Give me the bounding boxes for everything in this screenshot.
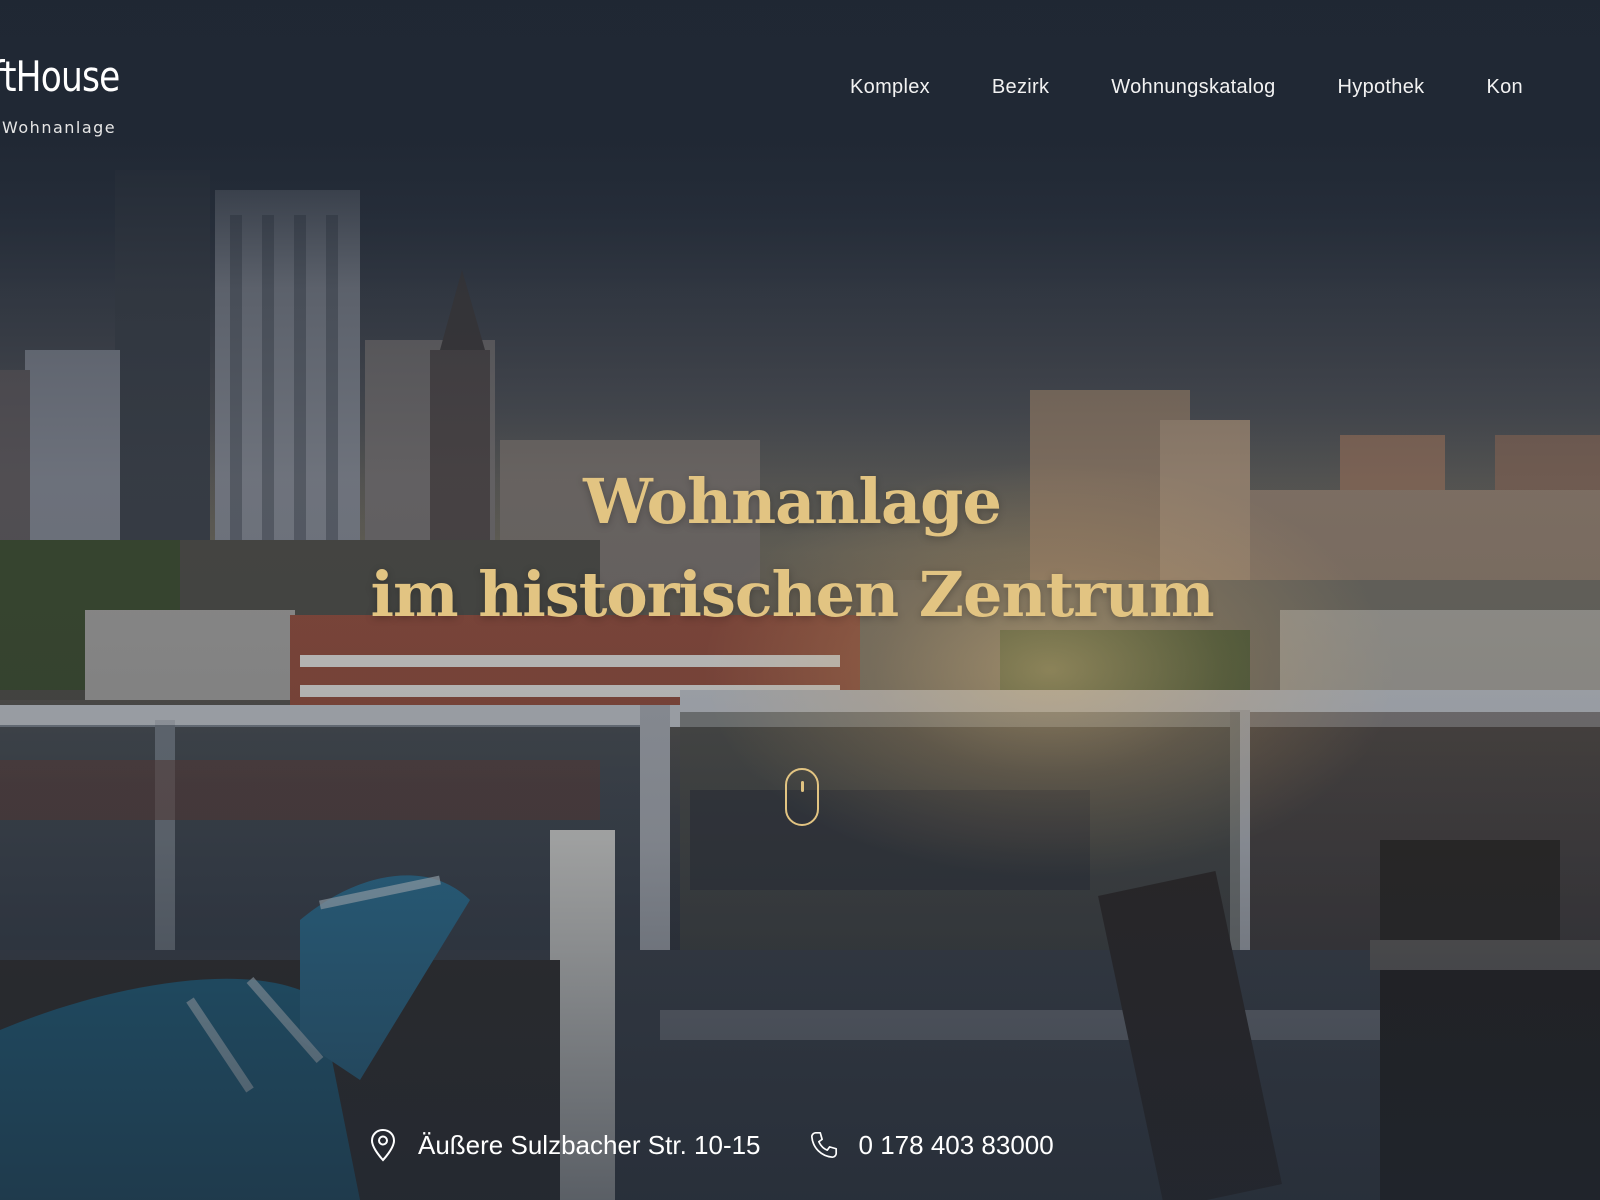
nav-item-komplex[interactable]: Komplex bbox=[850, 76, 930, 99]
contact-address[interactable]: Äußere Sulzbacher Str. 10-15 bbox=[418, 1130, 761, 1161]
phone-icon bbox=[809, 1128, 839, 1162]
main-nav: Komplex Bezirk Wohnungskatalog Hypothek … bbox=[850, 76, 1523, 99]
nav-item-wohnungskatalog[interactable]: Wohnungskatalog bbox=[1111, 76, 1275, 99]
nav-item-hypothek[interactable]: Hypothek bbox=[1338, 76, 1425, 99]
logo[interactable]: oftHouse Wohnanlage bbox=[0, 52, 152, 138]
hero-title-line1: Wohnanlage bbox=[583, 465, 1002, 538]
logo-subtitle: Wohnanlage bbox=[2, 118, 117, 137]
contact-phone[interactable]: 0 178 403 83000 bbox=[859, 1130, 1054, 1161]
nav-item-bezirk[interactable]: Bezirk bbox=[992, 76, 1049, 99]
nav-item-kontakt[interactable]: Kon bbox=[1486, 76, 1523, 99]
scroll-mouse-icon[interactable] bbox=[785, 768, 819, 826]
contact-bar: Äußere Sulzbacher Str. 10-15 0 178 403 8… bbox=[368, 1128, 1054, 1162]
hero-headline: Wohnanlage im historischen Zentrum bbox=[0, 455, 1600, 641]
logo-name: oftHouse bbox=[0, 52, 120, 101]
location-pin-icon bbox=[368, 1128, 398, 1162]
hero-section: oftHouse Wohnanlage Komplex Bezirk Wohnu… bbox=[0, 0, 1600, 1200]
hero-title-line2: im historischen Zentrum bbox=[370, 558, 1214, 631]
